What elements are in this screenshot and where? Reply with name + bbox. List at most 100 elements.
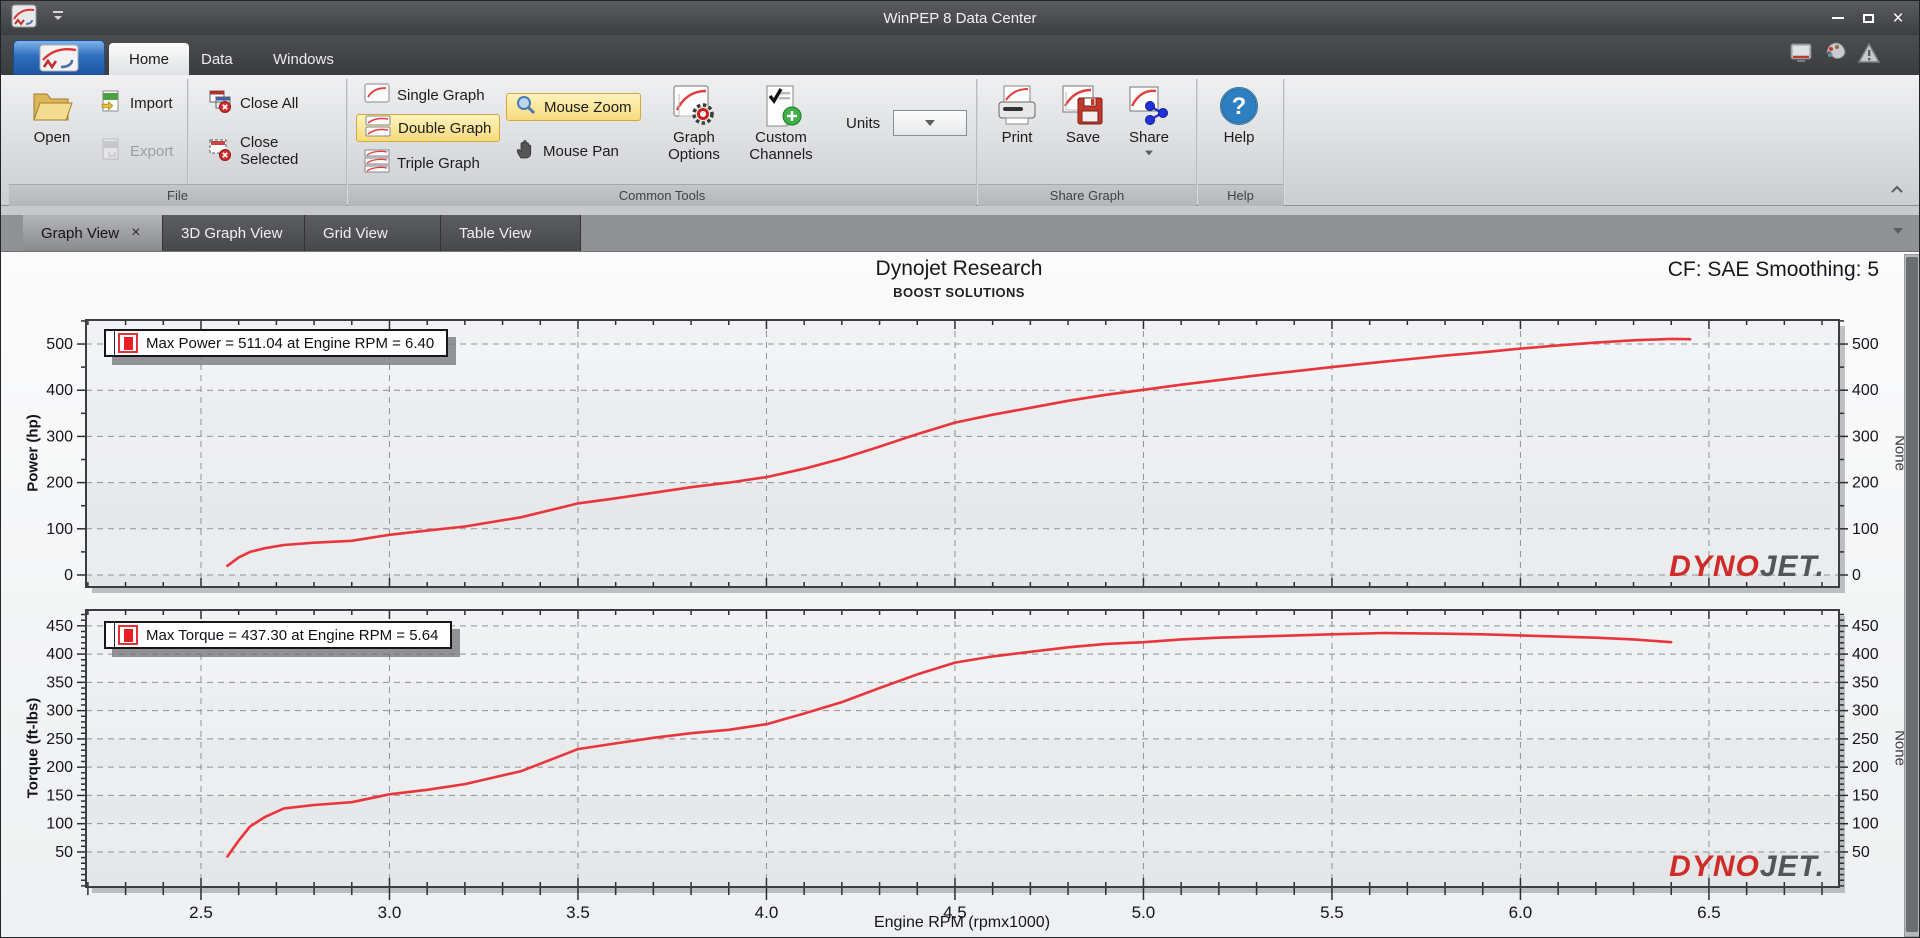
plot-band xyxy=(86,823,1839,852)
y-tick-label: 300 xyxy=(46,703,73,720)
y-tick-label: 200 xyxy=(46,475,73,492)
y-tick-label: 350 xyxy=(46,674,73,691)
power-chart[interactable]: 0 0 100 100 200 200 300 300 400 400 500 500 DYNOJET. xyxy=(46,319,1879,593)
torque-chart[interactable]: 50 50 100 100 150 150 200 200 250 250 300 300 350 350… xyxy=(46,609,1879,922)
display-style-icon[interactable] xyxy=(1789,41,1813,70)
quick-access-dropdown-icon[interactable] xyxy=(51,9,65,27)
tab-table-view[interactable]: Table View xyxy=(441,215,581,251)
open-button[interactable]: Open xyxy=(21,83,83,146)
y-tick-label-right: 50 xyxy=(1852,844,1870,861)
y-tick-label-right: 100 xyxy=(1852,816,1879,833)
dynojet-watermark: DYNOJET. xyxy=(1669,850,1825,883)
y-tick-label-right: 0 xyxy=(1852,567,1861,584)
mouse-zoom-button[interactable]: Mouse Zoom xyxy=(506,93,641,121)
y-tick-label: 200 xyxy=(46,759,73,776)
triple-graph-button[interactable]: Triple Graph xyxy=(356,149,488,177)
share-button[interactable]: Share xyxy=(1120,83,1178,156)
double-graph-icon xyxy=(365,115,391,141)
ribbon-collapse-icon[interactable] xyxy=(1889,183,1905,201)
vertical-scrollbar[interactable] xyxy=(1904,254,1919,937)
ribbon-group-share-graph: Print Share Save Share Share Graph xyxy=(978,75,1196,206)
y-tick-label-right: 150 xyxy=(1852,787,1879,804)
ribbon-group-common-tools: Single Graph Double Graph Triple Graph M… xyxy=(348,75,976,206)
close-selected-button[interactable]: Close Selected xyxy=(199,134,346,168)
alert-icon[interactable] xyxy=(1857,41,1881,70)
chevron-down-icon xyxy=(925,120,935,126)
save-button[interactable]: Share Save xyxy=(1054,83,1112,146)
magnifier-icon xyxy=(515,94,537,120)
x-tick-label: 2.5 xyxy=(189,903,213,922)
close-all-button[interactable]: Close All xyxy=(199,89,306,117)
units-dropdown[interactable] xyxy=(893,110,967,136)
y-tick-label-right: 300 xyxy=(1852,703,1879,720)
tab-grid-view[interactable]: Grid View xyxy=(305,215,441,251)
x-tick-label: 4.0 xyxy=(755,903,779,922)
help-button[interactable]: ? Help xyxy=(1210,83,1268,146)
app-logo-icon xyxy=(11,4,37,33)
y-tick-label-right: 300 xyxy=(1852,428,1879,445)
export-csv-icon xyxy=(99,137,123,165)
chart-title: Dynojet Research xyxy=(875,257,1043,280)
y-tick-label-right: 400 xyxy=(1852,646,1879,663)
y-tick-label-right: 100 xyxy=(1852,521,1879,538)
titlebar: WinPEP 8 Data Center × xyxy=(1,1,1919,35)
ribbon-tab-row: Home Data Windows xyxy=(1,35,1919,75)
minimize-button[interactable] xyxy=(1823,5,1853,31)
dynojet-watermark: DYNOJET. xyxy=(1669,550,1825,583)
application-menu-button[interactable] xyxy=(13,40,105,75)
y-tick-label-right: 200 xyxy=(1852,475,1879,492)
torque-legend-text: Max Torque = 437.30 at Engine RPM = 5.64 xyxy=(146,626,439,644)
view-tab-strip: Graph View × 3D Graph View Grid View Tab… xyxy=(1,206,1919,251)
paint-theme-icon[interactable] xyxy=(1823,41,1847,70)
y-tick-label: 400 xyxy=(46,382,73,399)
double-graph-button[interactable]: Double Graph xyxy=(356,114,501,142)
plot-band xyxy=(86,528,1839,575)
print-button[interactable]: Print xyxy=(988,83,1046,146)
close-selected-icon xyxy=(207,136,233,166)
y-tick-label-right: 450 xyxy=(1852,618,1879,635)
maximize-button[interactable] xyxy=(1853,5,1883,31)
tab-graph-view[interactable]: Graph View × xyxy=(23,215,163,251)
torque-legend-marker xyxy=(118,625,138,645)
floppy-chart-icon xyxy=(1060,83,1106,129)
triple-graph-icon xyxy=(364,149,390,177)
hand-pan-icon xyxy=(514,138,536,164)
y-tick-label: 0 xyxy=(64,567,73,584)
correction-factor-label: CF: SAE Smoothing: 5 xyxy=(1667,258,1879,281)
share-dropdown-icon[interactable] xyxy=(1145,150,1153,156)
ribbon-tab-home[interactable]: Home xyxy=(109,43,190,75)
plot-band xyxy=(86,710,1839,739)
tab-3d-graph-view[interactable]: 3D Graph View xyxy=(163,215,305,251)
group-caption-common-tools: Common Tools xyxy=(348,184,976,206)
single-graph-icon xyxy=(364,83,390,107)
units-label: Units xyxy=(846,115,881,132)
x-tick-label: 6.0 xyxy=(1509,903,1533,922)
page-check-plus-icon xyxy=(759,83,803,129)
power-axis-title: Power (hp) xyxy=(24,414,42,492)
ribbon-tab-windows[interactable]: Windows xyxy=(253,43,354,75)
y-tick-label: 50 xyxy=(55,844,73,861)
y-tick-label: 500 xyxy=(46,336,73,353)
close-all-icon xyxy=(207,88,233,118)
mouse-pan-button[interactable]: Mouse Pan xyxy=(506,137,627,165)
ribbon-tab-data[interactable]: Data xyxy=(181,43,253,75)
import-csv-icon xyxy=(99,89,123,117)
y-tick-label-right: 350 xyxy=(1852,674,1879,691)
import-button[interactable]: Import xyxy=(91,89,181,117)
y-tick-label: 100 xyxy=(46,521,73,538)
scrollbar-thumb[interactable] xyxy=(1906,257,1918,932)
close-button[interactable]: × xyxy=(1883,5,1913,31)
tab-close-icon[interactable]: × xyxy=(129,225,142,241)
printer-icon xyxy=(994,83,1040,129)
chart-subtitle: BOOST SOLUTIONS xyxy=(893,285,1025,300)
y-tick-label: 100 xyxy=(46,816,73,833)
question-circle-icon: ? xyxy=(1218,83,1260,129)
plot-band xyxy=(86,436,1839,483)
custom-channels-button[interactable]: Custom Channels xyxy=(740,83,822,163)
plot-band xyxy=(86,767,1839,796)
export-button[interactable]: Export xyxy=(91,137,181,165)
graph-options-button[interactable]: Graph Options xyxy=(656,83,732,163)
single-graph-button[interactable]: Single Graph xyxy=(356,81,493,109)
tab-overflow-icon[interactable] xyxy=(1893,228,1903,234)
app-window: WinPEP 8 Data Center × Home Data Windows xyxy=(0,0,1920,938)
